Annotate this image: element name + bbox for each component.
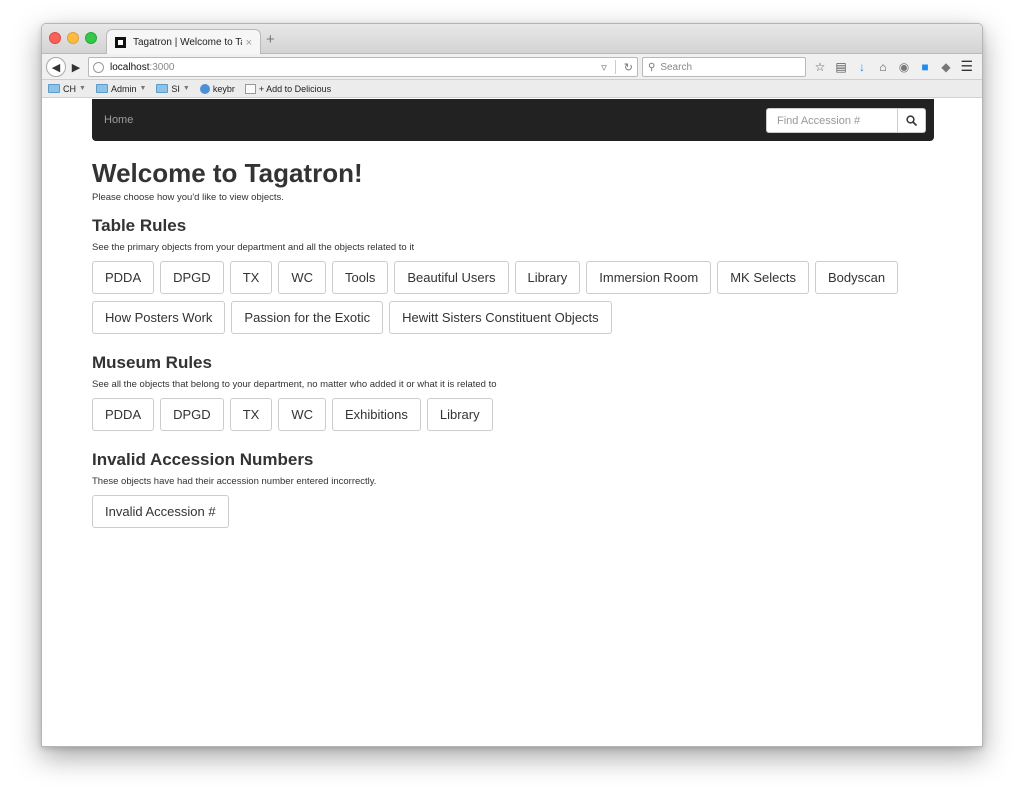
bookmark-label: SI — [171, 83, 180, 94]
maximize-window-icon[interactable] — [85, 32, 97, 44]
url-divider — [614, 60, 616, 74]
search-icon: ⚲ — [648, 61, 656, 73]
nav-home-link[interactable]: Home — [104, 114, 133, 126]
page-title: Welcome to Tagatron! — [92, 158, 363, 188]
download-icon[interactable]: ↓ — [856, 60, 868, 74]
page-viewport: Home Welcome to Tagatron! Please choose … — [42, 99, 982, 746]
table-rules-desc: See the primary objects from your depart… — [92, 242, 415, 253]
toolbar-icons: ☆ ▤ ↓ ⌂ ◉ ■ ◆ — [814, 57, 952, 77]
folder-icon — [95, 84, 108, 93]
museum-rules-exhibitions-button[interactable]: Exhibitions — [331, 398, 421, 431]
reload-icon[interactable]: ↻ — [624, 61, 633, 74]
tab-tagatron[interactable]: Tagatron | Welcome to Tag... × — [106, 29, 261, 55]
find-accession-button[interactable] — [897, 108, 926, 133]
tab-close-icon[interactable]: × — [246, 37, 252, 49]
bookmark-label: keybr — [212, 83, 235, 94]
url-bar[interactable]: localhost:3000 ▿ ↻ — [88, 57, 638, 77]
bookmark-folder-admin[interactable]: Admin ▼ — [95, 83, 147, 94]
table-rules-tx-button[interactable]: TX — [229, 261, 273, 294]
bookmark-delicious[interactable]: + Add to Delicious — [244, 83, 332, 94]
table-rules-dpgd-button[interactable]: DPGD — [160, 261, 224, 294]
clipboard-icon[interactable]: ▤ — [835, 60, 847, 74]
url-actions: ▿ ↻ — [601, 60, 633, 74]
home-icon[interactable]: ⌂ — [877, 60, 889, 74]
chevron-down-icon: ▼ — [79, 85, 86, 92]
table-rules-tools-button[interactable]: Tools — [331, 261, 389, 294]
museum-rules-wc-button[interactable]: WC — [278, 398, 326, 431]
museum-rules-dpgd-button[interactable]: DPGD — [160, 398, 224, 431]
table-rules-passion-exotic-button[interactable]: Passion for the Exotic — [231, 301, 384, 334]
page-subtitle: Please choose how you'd like to view obj… — [92, 192, 284, 203]
chevron-down-icon: ▼ — [182, 85, 190, 92]
browser-window: Tagatron | Welcome to Tag... × + ◀ ▶ loc… — [41, 23, 983, 747]
minimize-window-icon[interactable] — [67, 32, 79, 44]
globe-icon — [93, 61, 104, 73]
table-rules-immersion-room-button[interactable]: Immersion Room — [586, 261, 712, 294]
bookmark-label: Admin — [110, 83, 137, 94]
table-rules-title: Table Rules — [92, 216, 187, 235]
table-rules-bodyscan-button[interactable]: Bodyscan — [814, 261, 899, 294]
bookmark-keybr[interactable]: keybr — [199, 83, 235, 94]
url-host: localhost — [110, 61, 150, 73]
url-port: :3000 — [149, 61, 175, 73]
extension-icon[interactable]: ◆ — [940, 60, 952, 74]
back-button[interactable]: ◀ — [46, 57, 66, 77]
bookmarks-bar: CH ▼ Admin ▼ SI ▼ keybr + Add to Delicio… — [42, 80, 982, 98]
bookmark-star-icon[interactable]: ☆ — [814, 60, 826, 74]
folder-icon — [156, 84, 169, 93]
invalid-accession-desc: These objects have had their accession n… — [92, 476, 377, 487]
new-tab-button[interactable]: + — [266, 31, 275, 48]
museum-rules-desc: See all the objects that belong to your … — [92, 379, 497, 390]
chevron-down-icon: ▼ — [139, 85, 147, 92]
browser-toolbar: ◀ ▶ localhost:3000 ▿ ↻ ⚲ Search ☆ ▤ ↓ ⌂ … — [42, 54, 982, 80]
invalid-accession-button[interactable]: Invalid Accession # — [92, 495, 229, 528]
table-rules-library-button[interactable]: Library — [514, 261, 581, 294]
tab-title: Tagatron | Welcome to Tag... — [133, 37, 242, 48]
close-window-icon[interactable] — [49, 32, 61, 44]
bookmark-folder-si[interactable]: SI ▼ — [156, 83, 190, 94]
forward-button[interactable]: ▶ — [66, 57, 86, 77]
table-rules-beautiful-users-button[interactable]: Beautiful Users — [394, 261, 509, 294]
back-forward-group: ◀ ▶ — [46, 57, 88, 77]
museum-rules-library-button[interactable]: Library — [426, 398, 493, 431]
museum-rules-pdda-button[interactable]: PDDA — [92, 398, 155, 431]
table-rules-buttons: PDDA DPGD TX WC Tools Beautiful Users Li… — [92, 261, 922, 334]
favicon-icon — [115, 37, 126, 48]
invalid-accession-title: Invalid Accession Numbers — [92, 450, 314, 469]
bookmark-label: CH — [63, 83, 76, 94]
bookmark-folder-ch[interactable]: CH ▼ — [48, 84, 86, 94]
dropdown-icon[interactable]: ▿ — [601, 61, 607, 74]
table-rules-pdda-button[interactable]: PDDA — [92, 261, 155, 294]
table-rules-how-posters-work-button[interactable]: How Posters Work — [92, 301, 226, 334]
folder-icon — [48, 84, 60, 93]
find-accession-input[interactable] — [766, 108, 897, 133]
main-content: Welcome to Tagatron! Please choose how y… — [92, 157, 934, 546]
bookmark-label: + Add to Delicious — [258, 83, 332, 94]
museum-rules-tx-button[interactable]: TX — [229, 398, 273, 431]
ghost-icon[interactable]: ■ — [919, 60, 931, 74]
shield-icon[interactable]: ◉ — [898, 60, 910, 74]
tab-strip: Tagatron | Welcome to Tag... × + — [42, 24, 982, 55]
search-icon — [906, 115, 917, 126]
table-rules-mk-selects-button[interactable]: MK Selects — [717, 261, 809, 294]
search-bar[interactable]: ⚲ Search — [642, 57, 806, 77]
table-rules-hewitt-sisters-button[interactable]: Hewitt Sisters Constituent Objects — [389, 301, 612, 334]
bookmarklet-icon — [244, 83, 256, 94]
menu-icon[interactable]: ☰ — [960, 58, 973, 75]
keybr-icon — [199, 83, 210, 94]
search-placeholder: Search — [660, 61, 693, 73]
table-rules-wc-button[interactable]: WC — [278, 261, 326, 294]
invalid-accession-buttons: Invalid Accession # — [92, 495, 922, 528]
site-navbar: Home — [92, 99, 934, 141]
museum-rules-title: Museum Rules — [92, 353, 212, 372]
museum-rules-buttons: PDDA DPGD TX WC Exhibitions Library — [92, 398, 922, 431]
find-accession-form — [766, 108, 926, 133]
